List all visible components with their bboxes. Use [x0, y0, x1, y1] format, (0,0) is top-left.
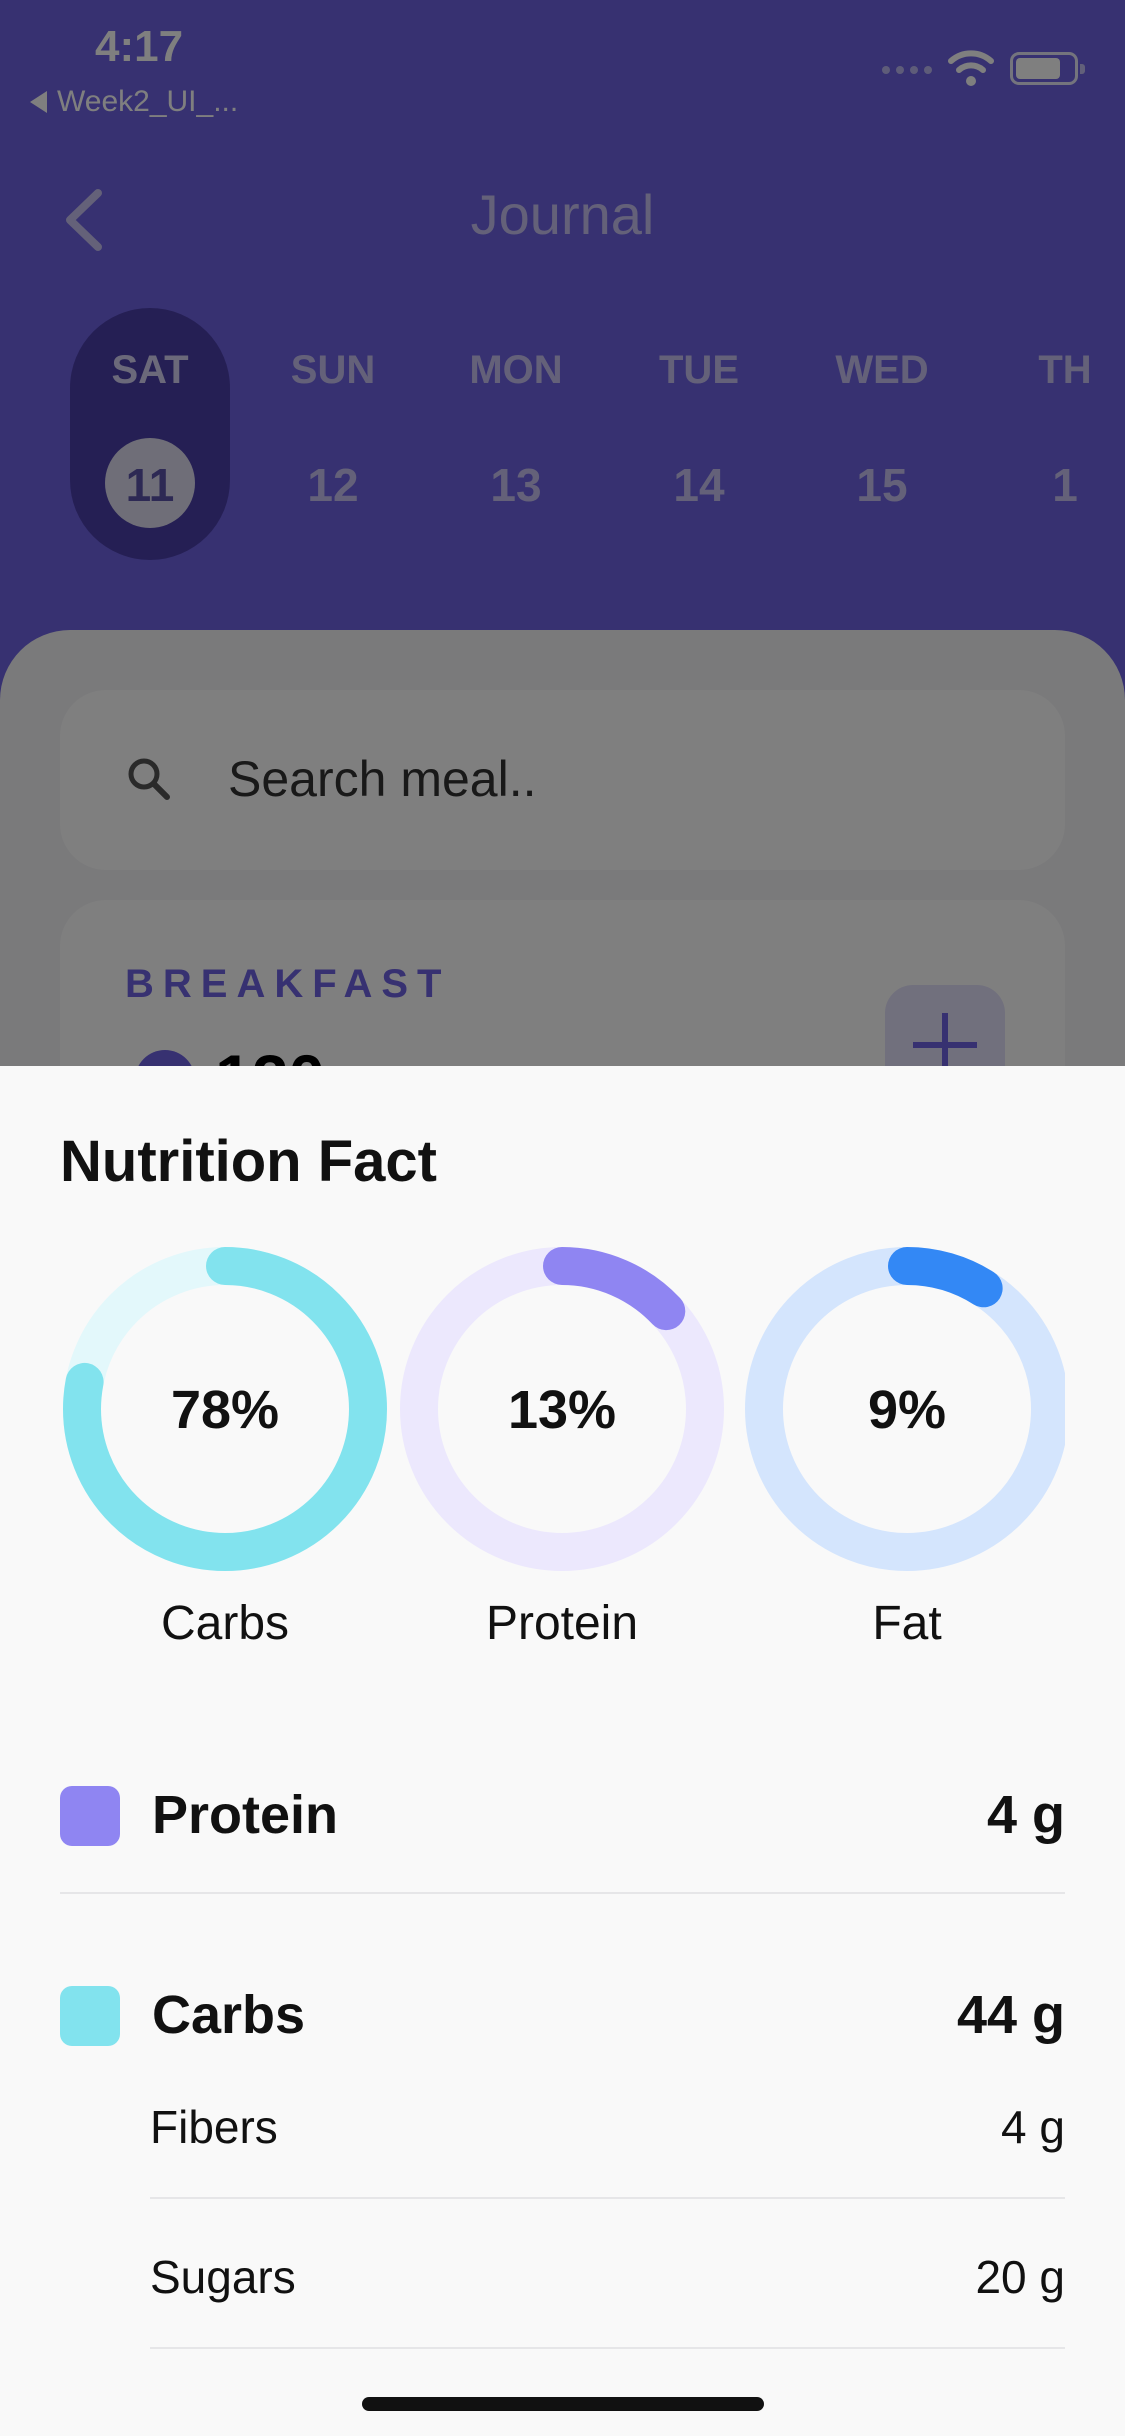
- home-indicator: [362, 2397, 764, 2411]
- ring-percent: 13%: [507, 1380, 617, 1440]
- ring-percent: 78%: [170, 1380, 280, 1440]
- carbs-color-swatch: [60, 1986, 120, 2046]
- macro-row-protein: Protein 4 g: [60, 1776, 1065, 1856]
- macro-row-carbs: Carbs 44 g: [60, 1976, 1065, 2056]
- ring-fat: 9% Fat: [742, 1244, 1065, 1664]
- protein-color-swatch: [60, 1786, 120, 1846]
- ring-label: Protein: [485, 1597, 639, 1650]
- sub-nutrient-value: 20 g: [975, 2251, 1065, 2303]
- nutrition-sheet: Nutrition Fact 78% Carbs 13% Protein 9% …: [0, 1066, 1125, 2436]
- macro-value: 44 g: [956, 1985, 1065, 2045]
- journal-screen: 4:17 Week2_UI_... Journal SAT 11 SUN 12: [0, 0, 1125, 1530]
- sub-nutrient-name: Sugars: [150, 2251, 296, 2303]
- macro-value: 4 g: [986, 1785, 1065, 1845]
- sheet-title: Nutrition Fact: [60, 1129, 437, 1194]
- divider: [150, 2197, 1065, 2199]
- macro-name: Carbs: [152, 1985, 306, 2045]
- sub-nutrient-name: Fibers: [150, 2101, 278, 2153]
- ring-carbs: 78% Carbs: [60, 1244, 390, 1664]
- divider: [60, 1892, 1065, 1894]
- macro-name: Protein: [152, 1785, 339, 1845]
- divider: [150, 2347, 1065, 2349]
- ring-label: Fat: [872, 1597, 942, 1650]
- ring-protein: 13% Protein: [397, 1244, 727, 1664]
- ring-charts: 78% Carbs 13% Protein 9% Fat: [60, 1244, 1065, 1664]
- sub-nutrient-value: 4 g: [1001, 2101, 1065, 2153]
- modal-overlay[interactable]: [0, 0, 1125, 1066]
- ring-label: Carbs: [160, 1597, 290, 1650]
- ring-percent: 9%: [867, 1380, 947, 1440]
